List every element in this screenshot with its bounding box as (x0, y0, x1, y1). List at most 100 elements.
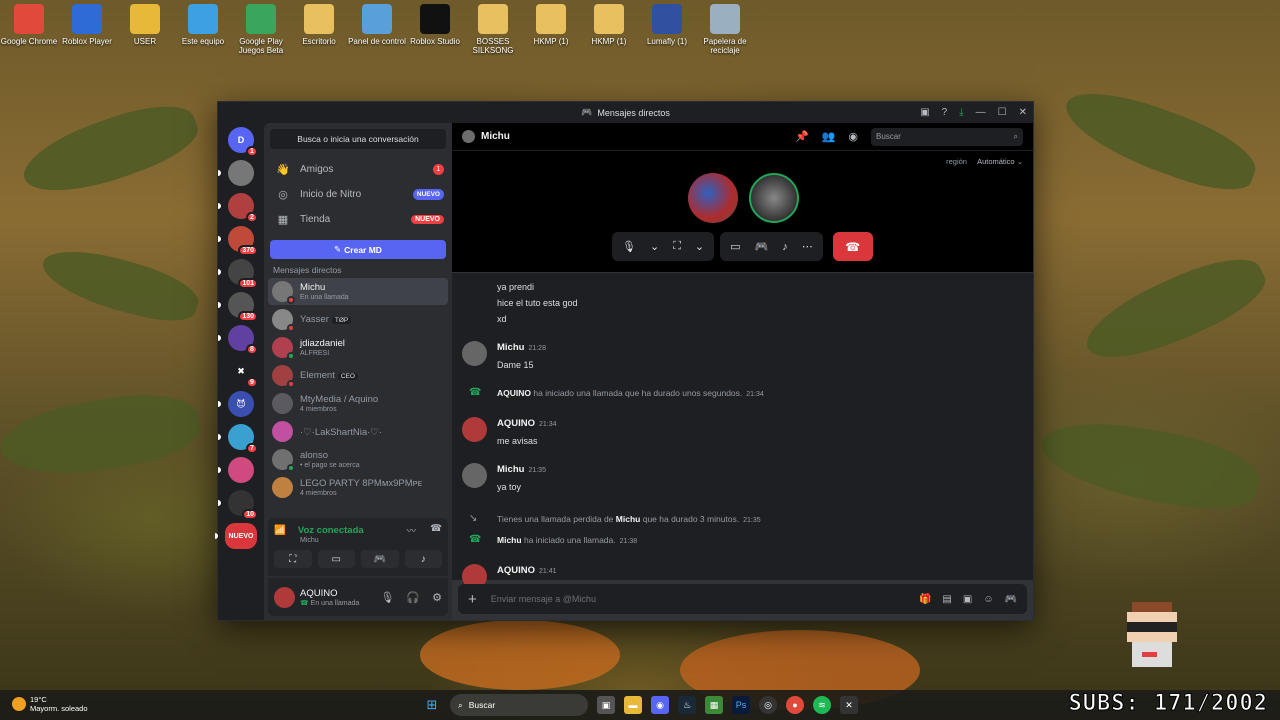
server-icon[interactable] (218, 160, 254, 186)
call-participant-michu[interactable] (749, 173, 799, 223)
taskbar-search[interactable]: ⌕ Buscar (450, 694, 588, 716)
close-button[interactable]: ✕ (1019, 107, 1027, 118)
dm-item[interactable]: LEGO PARTY 8PMᴍx9PMᴘᴇ 4 miembros (268, 474, 448, 501)
camera-toggle-icon[interactable]: ⛶ (673, 240, 681, 253)
minimize-button[interactable]: — (976, 107, 986, 118)
maximize-button[interactable]: ☐ (998, 107, 1007, 118)
noise-suppression-icon[interactable]: 〰 (407, 523, 417, 537)
desktop-icon-label: Roblox Player (62, 37, 112, 46)
dm-item[interactable]: MtyMedia / Aquino 4 miembros (268, 390, 448, 417)
create-dm-button[interactable]: ✎ Crear MD (270, 240, 446, 259)
server-icon[interactable]: 370 (218, 226, 258, 256)
call-participant-aquino[interactable] (688, 173, 738, 223)
chat-search-input[interactable]: Buscar ⌕ (871, 127, 1023, 146)
desktop-icon[interactable]: Este equipo (174, 2, 232, 55)
photoshop-icon[interactable]: Ps (732, 696, 750, 714)
server-icon[interactable]: 😈 (218, 391, 254, 417)
server-icon[interactable]: 130 (218, 292, 258, 322)
screen-share-button[interactable]: ▭ (317, 550, 355, 568)
file-explorer-icon[interactable]: ▬ (624, 696, 642, 714)
message-avatar[interactable] (462, 341, 487, 366)
sticker-icon[interactable]: ▣ (963, 594, 972, 605)
inbox-icon[interactable]: ▣ (920, 107, 929, 118)
gift-icon[interactable]: 🎁 (919, 594, 931, 605)
more-icon[interactable]: ⋯ (802, 240, 813, 253)
soundboard-call-icon[interactable]: ♪ (782, 241, 788, 253)
desktop-icon[interactable]: Lumafly (1) (638, 2, 696, 55)
region-selector[interactable]: región Automático ⌄ (946, 157, 1023, 166)
soundboard-button[interactable]: ♪ (404, 550, 442, 568)
settings-gear-icon[interactable]: ⚙ (432, 591, 442, 604)
desktop-icon[interactable]: Escritorio (290, 2, 348, 55)
share-screen-icon[interactable]: ▭ (730, 240, 740, 253)
server-icon[interactable]: 10 (218, 490, 258, 520)
message-author[interactable]: Michu (497, 342, 524, 353)
profile-icon[interactable]: ◉ (848, 130, 858, 143)
voice-channel: Michu (300, 537, 319, 544)
server-icon[interactable] (218, 457, 254, 483)
server-icon[interactable]: D1 (228, 127, 258, 157)
desktop-icon[interactable]: HKMP (1) (522, 2, 580, 55)
dm-item[interactable]: Yasser TØP (268, 306, 448, 333)
desktop-icon[interactable]: Roblox Player (58, 2, 116, 55)
desktop-icon[interactable]: Roblox Studio (406, 2, 464, 55)
download-icon[interactable]: ⤓ (959, 107, 963, 118)
headphones-icon[interactable]: 🎧 (406, 591, 420, 604)
server-icon[interactable]: ✖ 9 (228, 358, 258, 388)
desktop-icon[interactable]: Google Chrome (0, 2, 58, 55)
activity-icon[interactable]: 🎮 (755, 240, 769, 253)
desktop-icon[interactable]: Panel de control (348, 2, 406, 55)
dm-item[interactable]: jdiazdaniel ALFRESI (268, 334, 448, 361)
steam-icon[interactable]: ♨ (678, 696, 696, 714)
dm-item[interactable]: alonso • el pago se acerca (268, 446, 448, 473)
find-conversation-button[interactable]: Busca o inicia una conversación (270, 129, 446, 149)
hang-up-button[interactable]: ☎ (832, 232, 873, 261)
server-icon[interactable]: 101 (218, 259, 258, 289)
minecraft-icon[interactable]: ▦ (705, 696, 723, 714)
weather-widget[interactable]: 19°C Mayorm. soleado (12, 695, 88, 713)
dm-item[interactable]: Element CEO (268, 362, 448, 389)
message-avatar[interactable] (462, 417, 487, 442)
desktop-icon[interactable]: USER (116, 2, 174, 55)
mic-toggle-icon[interactable]: 🎙 (622, 240, 636, 253)
mic-options-icon[interactable]: ⌄ (650, 240, 659, 253)
nav-inicio-de-nitro[interactable]: ◎ Inicio de Nitro NUEVO (264, 182, 452, 207)
pin-icon[interactable]: 📌 (795, 130, 809, 143)
nav-tienda[interactable]: ▦ Tienda NUEVO (264, 207, 452, 232)
apps-icon[interactable]: 🎮 (1005, 594, 1017, 605)
desktop-icon[interactable]: HKMP (1) (580, 2, 638, 55)
discord-taskbar-icon[interactable]: ◉ (651, 696, 669, 714)
mic-icon[interactable]: 🎙 (380, 591, 394, 604)
user-avatar[interactable] (274, 586, 295, 608)
spotify-icon[interactable]: ≋ (813, 696, 831, 714)
message-author[interactable]: AQUINO (497, 418, 535, 429)
obs-icon[interactable]: ◎ (759, 696, 777, 714)
server-icon[interactable]: NUEVO (215, 523, 257, 549)
message-avatar[interactable] (462, 463, 487, 488)
add-attachment-icon[interactable]: + (468, 591, 477, 608)
message-author[interactable]: Michu (497, 464, 524, 475)
message-author[interactable]: AQUINO (497, 565, 535, 576)
task-view-icon[interactable]: ▣ (597, 696, 615, 714)
server-icon[interactable]: 2 (218, 193, 258, 223)
help-icon[interactable]: ? (942, 107, 948, 118)
xbox-icon[interactable]: ✕ (840, 696, 858, 714)
server-icon[interactable]: 8 (218, 325, 258, 355)
gif-icon[interactable]: ▤ (942, 594, 951, 605)
camera-options-icon[interactable]: ⌄ (695, 240, 704, 253)
activity-button[interactable]: 🎮 (361, 550, 399, 568)
message-composer[interactable]: + Enviar mensaje a @Michu 🎁 ▤ ▣ ☺ 🎮 (458, 584, 1027, 614)
server-icon[interactable]: 7 (218, 424, 258, 454)
camera-button[interactable]: ⛶ (274, 550, 312, 568)
disconnect-icon[interactable]: ☎ (430, 523, 442, 537)
emoji-icon[interactable]: ☺ (983, 594, 993, 605)
desktop-icon[interactable]: Papelera de reciclaje (696, 2, 754, 55)
add-friends-icon[interactable]: 👥 (822, 130, 836, 143)
desktop-icon[interactable]: BOSSES SILKSONG (464, 2, 522, 55)
dm-item[interactable]: Michu En una llamada (268, 278, 448, 305)
chrome-taskbar-icon[interactable]: ● (786, 696, 804, 714)
start-windows-icon[interactable]: ⊞ (423, 696, 441, 714)
desktop-icon[interactable]: Google Play Juegos Beta (232, 2, 290, 55)
nav-amigos[interactable]: 👋 Amigos 1 (264, 157, 452, 182)
dm-item[interactable]: ·♡·LakShartNia·♡· (268, 418, 448, 445)
